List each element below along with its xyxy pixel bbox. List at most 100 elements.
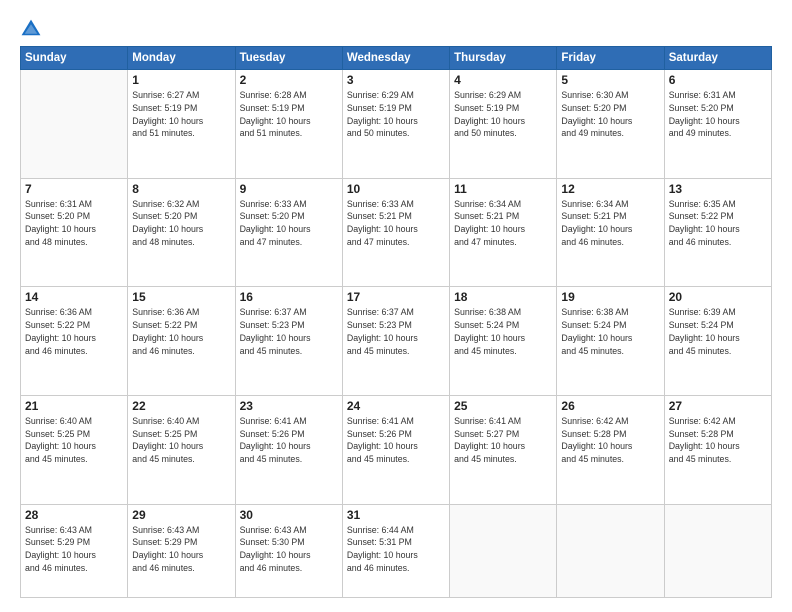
day-info: Sunrise: 6:33 AM Sunset: 5:20 PM Dayligh… <box>240 198 338 249</box>
day-number: 3 <box>347 73 445 87</box>
day-cell <box>21 70 128 179</box>
day-cell: 4 Sunrise: 6:29 AM Sunset: 5:19 PM Daylig… <box>450 70 557 179</box>
day-cell: 6 Sunrise: 6:31 AM Sunset: 5:20 PM Daylig… <box>664 70 771 179</box>
day-number: 25 <box>454 399 552 413</box>
day-info: Sunrise: 6:43 AM Sunset: 5:29 PM Dayligh… <box>25 524 123 575</box>
day-cell: 23Sunrise: 6:41 AM Sunset: 5:26 PM Dayli… <box>235 395 342 504</box>
day-info: Sunrise: 6:32 AM Sunset: 5:20 PM Dayligh… <box>132 198 230 249</box>
day-info: Sunrise: 6:34 AM Sunset: 5:21 PM Dayligh… <box>561 198 659 249</box>
day-number: 12 <box>561 182 659 196</box>
day-cell: 12 Sunrise: 6:34 AM Sunset: 5:21 PM Dayli… <box>557 178 664 287</box>
day-info: Sunrise: 6:41 AM Sunset: 5:27 PM Dayligh… <box>454 415 552 466</box>
day-info: Sunrise: 6:41 AM Sunset: 5:26 PM Dayligh… <box>347 415 445 466</box>
day-info: Sunrise: 6:35 AM Sunset: 5:22 PM Dayligh… <box>669 198 767 249</box>
day-cell: 16Sunrise: 6:37 AM Sunset: 5:23 PM Dayli… <box>235 287 342 396</box>
day-cell: 1Sunrise: 6:27 AM Sunset: 5:19 PM Daylig… <box>128 70 235 179</box>
day-number: 19 <box>561 290 659 304</box>
day-number: 9 <box>240 182 338 196</box>
day-cell <box>557 504 664 598</box>
day-cell: 11Sunrise: 6:34 AM Sunset: 5:21 PM Dayli… <box>450 178 557 287</box>
header-row: SundayMondayTuesdayWednesdayThursdayFrid… <box>21 47 772 70</box>
week-row-4: 21 Sunrise: 6:40 AM Sunset: 5:25 PM Dayli… <box>21 395 772 504</box>
header-cell-saturday: Saturday <box>664 47 771 70</box>
day-cell: 20 Sunrise: 6:39 AM Sunset: 5:24 PM Dayli… <box>664 287 771 396</box>
header <box>20 18 772 40</box>
day-info: Sunrise: 6:39 AM Sunset: 5:24 PM Dayligh… <box>669 306 767 357</box>
day-cell: 19 Sunrise: 6:38 AM Sunset: 5:24 PM Dayli… <box>557 287 664 396</box>
day-number: 8 <box>132 182 230 196</box>
day-cell: 15 Sunrise: 6:36 AM Sunset: 5:22 PM Dayli… <box>128 287 235 396</box>
day-number: 4 <box>454 73 552 87</box>
day-cell: 5 Sunrise: 6:30 AM Sunset: 5:20 PM Daylig… <box>557 70 664 179</box>
day-number: 7 <box>25 182 123 196</box>
day-cell: 10 Sunrise: 6:33 AM Sunset: 5:21 PM Dayli… <box>342 178 449 287</box>
day-info: Sunrise: 6:31 AM Sunset: 5:20 PM Dayligh… <box>25 198 123 249</box>
day-info: Sunrise: 6:43 AM Sunset: 5:29 PM Dayligh… <box>132 524 230 575</box>
day-number: 21 <box>25 399 123 413</box>
day-info: Sunrise: 6:40 AM Sunset: 5:25 PM Dayligh… <box>25 415 123 466</box>
week-row-3: 14 Sunrise: 6:36 AM Sunset: 5:22 PM Dayli… <box>21 287 772 396</box>
day-info: Sunrise: 6:29 AM Sunset: 5:19 PM Dayligh… <box>347 89 445 140</box>
day-number: 24 <box>347 399 445 413</box>
day-info: Sunrise: 6:33 AM Sunset: 5:21 PM Dayligh… <box>347 198 445 249</box>
day-number: 14 <box>25 290 123 304</box>
day-cell: 24 Sunrise: 6:41 AM Sunset: 5:26 PM Dayli… <box>342 395 449 504</box>
day-number: 31 <box>347 508 445 522</box>
day-info: Sunrise: 6:30 AM Sunset: 5:20 PM Dayligh… <box>561 89 659 140</box>
day-number: 18 <box>454 290 552 304</box>
day-info: Sunrise: 6:38 AM Sunset: 5:24 PM Dayligh… <box>561 306 659 357</box>
header-cell-thursday: Thursday <box>450 47 557 70</box>
day-cell: 13 Sunrise: 6:35 AM Sunset: 5:22 PM Dayli… <box>664 178 771 287</box>
day-cell: 30Sunrise: 6:43 AM Sunset: 5:30 PM Dayli… <box>235 504 342 598</box>
day-cell: 29 Sunrise: 6:43 AM Sunset: 5:29 PM Dayli… <box>128 504 235 598</box>
day-info: Sunrise: 6:40 AM Sunset: 5:25 PM Dayligh… <box>132 415 230 466</box>
day-number: 20 <box>669 290 767 304</box>
day-cell: 22Sunrise: 6:40 AM Sunset: 5:25 PM Dayli… <box>128 395 235 504</box>
day-info: Sunrise: 6:38 AM Sunset: 5:24 PM Dayligh… <box>454 306 552 357</box>
day-number: 29 <box>132 508 230 522</box>
day-cell: 26 Sunrise: 6:42 AM Sunset: 5:28 PM Dayli… <box>557 395 664 504</box>
day-number: 10 <box>347 182 445 196</box>
day-number: 28 <box>25 508 123 522</box>
header-cell-monday: Monday <box>128 47 235 70</box>
week-row-1: 1Sunrise: 6:27 AM Sunset: 5:19 PM Daylig… <box>21 70 772 179</box>
day-cell: 28 Sunrise: 6:43 AM Sunset: 5:29 PM Dayli… <box>21 504 128 598</box>
day-info: Sunrise: 6:28 AM Sunset: 5:19 PM Dayligh… <box>240 89 338 140</box>
day-cell: 18 Sunrise: 6:38 AM Sunset: 5:24 PM Dayli… <box>450 287 557 396</box>
day-number: 5 <box>561 73 659 87</box>
logo <box>20 18 46 40</box>
day-cell: 7 Sunrise: 6:31 AM Sunset: 5:20 PM Daylig… <box>21 178 128 287</box>
day-info: Sunrise: 6:29 AM Sunset: 5:19 PM Dayligh… <box>454 89 552 140</box>
day-info: Sunrise: 6:36 AM Sunset: 5:22 PM Dayligh… <box>132 306 230 357</box>
day-number: 11 <box>454 182 552 196</box>
day-info: Sunrise: 6:42 AM Sunset: 5:28 PM Dayligh… <box>561 415 659 466</box>
day-number: 26 <box>561 399 659 413</box>
calendar-table: SundayMondayTuesdayWednesdayThursdayFrid… <box>20 46 772 598</box>
day-cell: 2Sunrise: 6:28 AM Sunset: 5:19 PM Daylig… <box>235 70 342 179</box>
day-info: Sunrise: 6:41 AM Sunset: 5:26 PM Dayligh… <box>240 415 338 466</box>
day-cell: 9 Sunrise: 6:33 AM Sunset: 5:20 PM Daylig… <box>235 178 342 287</box>
day-number: 13 <box>669 182 767 196</box>
day-cell: 8 Sunrise: 6:32 AM Sunset: 5:20 PM Daylig… <box>128 178 235 287</box>
day-cell: 21 Sunrise: 6:40 AM Sunset: 5:25 PM Dayli… <box>21 395 128 504</box>
page: SundayMondayTuesdayWednesdayThursdayFrid… <box>0 0 792 612</box>
day-cell: 14 Sunrise: 6:36 AM Sunset: 5:22 PM Dayli… <box>21 287 128 396</box>
header-cell-friday: Friday <box>557 47 664 70</box>
week-row-2: 7 Sunrise: 6:31 AM Sunset: 5:20 PM Daylig… <box>21 178 772 287</box>
week-row-5: 28 Sunrise: 6:43 AM Sunset: 5:29 PM Dayli… <box>21 504 772 598</box>
day-cell: 31 Sunrise: 6:44 AM Sunset: 5:31 PM Dayli… <box>342 504 449 598</box>
day-cell: 3 Sunrise: 6:29 AM Sunset: 5:19 PM Daylig… <box>342 70 449 179</box>
day-number: 1 <box>132 73 230 87</box>
day-info: Sunrise: 6:37 AM Sunset: 5:23 PM Dayligh… <box>347 306 445 357</box>
day-number: 6 <box>669 73 767 87</box>
day-cell <box>450 504 557 598</box>
day-info: Sunrise: 6:42 AM Sunset: 5:28 PM Dayligh… <box>669 415 767 466</box>
day-info: Sunrise: 6:36 AM Sunset: 5:22 PM Dayligh… <box>25 306 123 357</box>
day-number: 15 <box>132 290 230 304</box>
day-number: 17 <box>347 290 445 304</box>
day-info: Sunrise: 6:31 AM Sunset: 5:20 PM Dayligh… <box>669 89 767 140</box>
day-info: Sunrise: 6:44 AM Sunset: 5:31 PM Dayligh… <box>347 524 445 575</box>
header-cell-tuesday: Tuesday <box>235 47 342 70</box>
header-cell-sunday: Sunday <box>21 47 128 70</box>
header-cell-wednesday: Wednesday <box>342 47 449 70</box>
